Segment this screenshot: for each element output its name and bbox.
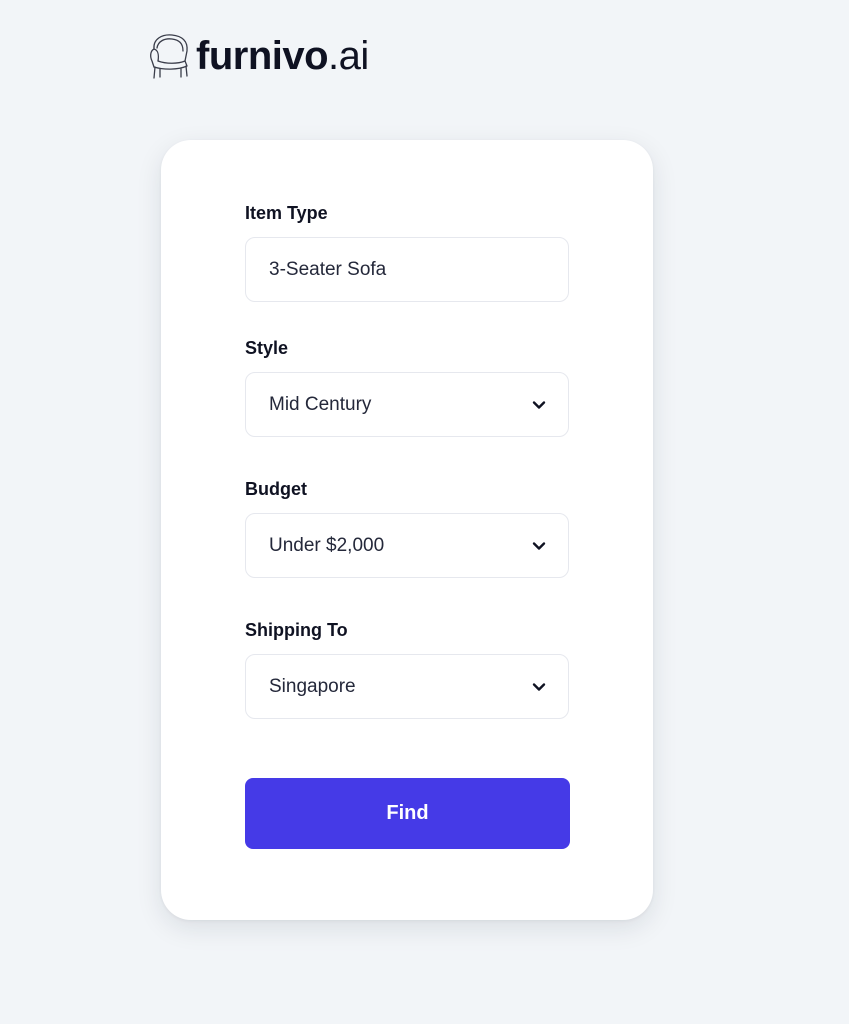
brand-name: furnivo — [196, 34, 329, 78]
budget-value: Under $2,000 — [269, 534, 385, 556]
item-type-field: Item Type 3-Seater Sofa — [245, 202, 569, 302]
search-form-card: Item Type 3-Seater Sofa Style Mid Centur… — [161, 140, 653, 920]
armchair-icon — [150, 34, 188, 79]
brand-wordmark: furnivo.ai — [196, 36, 369, 76]
brand-tld: .ai — [328, 34, 369, 78]
shipping-select[interactable]: Singapore — [245, 654, 569, 719]
find-button[interactable]: Find — [245, 778, 570, 849]
chevron-down-icon — [532, 541, 546, 550]
style-label: Style — [245, 338, 289, 358]
page: furnivo.ai Item Type 3-Seater Sofa Style… — [0, 0, 849, 1024]
budget-field: Budget Under $2,000 — [245, 478, 569, 578]
budget-select[interactable]: Under $2,000 — [245, 513, 569, 578]
shipping-label: Shipping To — [245, 620, 348, 640]
chevron-down-icon — [532, 400, 546, 409]
brand-logo[interactable]: furnivo.ai — [148, 30, 369, 82]
style-field: Style Mid Century — [245, 337, 569, 437]
item-type-value: 3-Seater Sofa — [269, 258, 387, 280]
style-select[interactable]: Mid Century — [245, 372, 569, 437]
style-value: Mid Century — [269, 393, 372, 415]
item-type-input[interactable]: 3-Seater Sofa — [245, 237, 569, 302]
shipping-value: Singapore — [269, 675, 356, 697]
budget-label: Budget — [245, 479, 307, 499]
shipping-field: Shipping To Singapore — [245, 619, 569, 719]
chevron-down-icon — [532, 682, 546, 691]
item-type-label: Item Type — [245, 203, 328, 223]
